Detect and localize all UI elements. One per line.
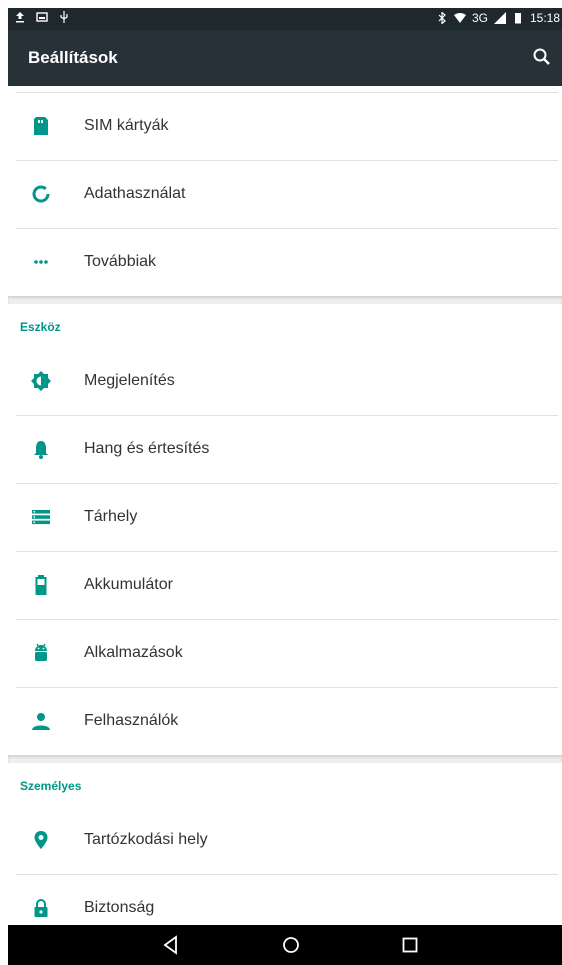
section-title-device: Eszköz	[20, 320, 61, 334]
home-icon[interactable]	[280, 934, 302, 956]
usb-icon	[60, 11, 68, 23]
list-item-apps[interactable]: Alkalmazások	[8, 620, 562, 687]
search-icon[interactable]	[532, 47, 552, 67]
network-type: 3G	[471, 11, 488, 25]
back-icon[interactable]	[160, 934, 182, 956]
sim-card-icon	[34, 117, 48, 135]
clock: 15:18	[529, 11, 560, 25]
list-item-label: Felhasználók	[84, 712, 179, 729]
lock-icon	[34, 899, 48, 917]
section-title-personal: Személyes	[20, 779, 82, 793]
recents-icon[interactable]	[399, 934, 421, 956]
list-item-battery[interactable]: Akkumulátor	[8, 552, 562, 619]
app-bar: Beállítások	[8, 30, 562, 86]
bell-icon	[34, 441, 48, 459]
android-icon	[35, 643, 47, 661]
list-item-users[interactable]: Felhasználók	[8, 688, 562, 755]
list-item-more[interactable]: Továbbiak	[8, 229, 562, 296]
brightness-icon	[31, 371, 51, 391]
more-icon	[34, 260, 48, 264]
upload-icon	[16, 12, 24, 23]
list-item-label: Megjelenítés	[84, 372, 175, 389]
list-item-label: Hang és értesítés	[84, 440, 210, 457]
status-bar: 3G 15:18	[8, 8, 562, 30]
image-icon	[36, 12, 48, 22]
battery-icon	[35, 575, 47, 595]
wifi-icon	[453, 13, 466, 23]
page-title: Beállítások	[28, 48, 118, 67]
list-item-display[interactable]: Megjelenítés	[8, 348, 562, 415]
section-separator	[8, 755, 562, 763]
list-item-label: Adathasználat	[84, 185, 186, 202]
signal-icon	[493, 12, 506, 24]
battery-status-icon	[514, 13, 521, 24]
location-icon	[34, 831, 48, 849]
bluetooth-icon	[438, 12, 446, 24]
list-item-sound[interactable]: Hang és értesítés	[8, 416, 562, 483]
list-item-label: Továbbiak	[84, 253, 157, 270]
list-item-label: Alkalmazások	[84, 644, 183, 661]
section-separator	[8, 296, 562, 304]
list-item-label: SIM kártyák	[84, 117, 169, 134]
data-usage-icon	[32, 185, 50, 203]
list-item-data-usage[interactable]: Adathasználat	[8, 161, 562, 228]
list-item-storage[interactable]: Tárhely	[8, 484, 562, 551]
person-icon	[32, 713, 50, 730]
list-item-label: Biztonság	[84, 899, 155, 916]
storage-icon	[32, 510, 50, 525]
list-item-label: Tárhely	[84, 508, 138, 525]
navigation-bar	[8, 925, 562, 965]
list-item-location[interactable]: Tartózkodási hely	[8, 807, 562, 874]
list-item-sim-cards[interactable]: SIM kártyák	[8, 93, 562, 160]
list-item-label: Akkumulátor	[84, 576, 173, 593]
list-item-label: Tartózkodási hely	[84, 831, 208, 848]
